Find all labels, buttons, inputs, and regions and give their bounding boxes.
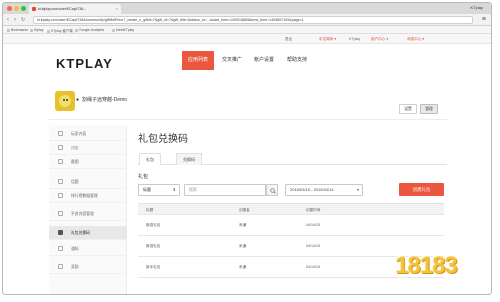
- date-range-value: 2015/03/15 - 2015/04/14: [290, 187, 334, 192]
- cell-creator: 系通: [239, 223, 247, 227]
- award-icon: [58, 264, 63, 269]
- back-arrow-icon[interactable]: ‹: [7, 16, 9, 24]
- screen: kt.ktplay.com/user/ECapi/736... × KTplay…: [0, 0, 500, 302]
- bookmark-item[interactable]: KTplay 客户端: [47, 28, 73, 33]
- app-manage-button[interactable]: 管理: [420, 104, 438, 114]
- browser-tab-title: kt.ktplay.com/user/ECapi/736...: [38, 7, 87, 11]
- content-tabs: 礼包 兑换码: [137, 151, 447, 165]
- sidebar-item-label: 排行榜数据管理: [71, 194, 98, 198]
- account-link[interactable]: KTplay: [349, 37, 360, 41]
- sidebar-item-screenshots[interactable]: 截图: [49, 155, 127, 169]
- apple-icon: ●: [76, 97, 80, 103]
- bookmarks-bar: Bookmarks Ktplay KTplay 客户端 Google Analy…: [3, 26, 491, 34]
- shield-icon: [58, 211, 63, 216]
- sidebar-item-label: 不良内容管理: [71, 212, 94, 216]
- logout-link[interactable]: 退出: [285, 37, 292, 42]
- nav-help-support[interactable]: 帮助支持: [281, 51, 313, 70]
- reload-icon[interactable]: ↻: [21, 16, 25, 24]
- table-header-row: 标题 创建者 创建时间: [138, 203, 444, 215]
- chevron-down-icon: ▾: [356, 187, 359, 192]
- app-icon-face: [59, 95, 71, 107]
- cell-creator: 系通: [239, 244, 247, 248]
- language-select[interactable]: 中文简体 ▾: [319, 37, 336, 42]
- cell-title: 新游礼包: [146, 244, 161, 248]
- message-center-menu[interactable]: 消息中心 ▾: [407, 37, 424, 42]
- ranking-icon: [58, 193, 63, 198]
- chat-icon: [58, 145, 63, 150]
- tab-redeem-codes[interactable]: 兑换码: [176, 153, 202, 165]
- sidebar-item-label: 奖励: [71, 265, 79, 269]
- sidebar-item-rewards[interactable]: 奖励: [49, 260, 127, 274]
- chevron-down-icon: ⬍: [172, 187, 176, 192]
- bookmark-item[interactable]: MeetKTplay: [112, 28, 134, 32]
- site-header: KTPLAY 应用列表 交叉推广 帐户设置 帮助支持: [3, 44, 491, 80]
- sidebar-item-label: 礼包兑换码: [71, 231, 90, 235]
- section-label: 礼包: [138, 174, 149, 180]
- sidebar-item-label: 截图: [71, 160, 79, 164]
- favicon-icon: [32, 7, 36, 11]
- nav-app-list[interactable]: 应用列表: [182, 51, 215, 70]
- sidebar-item-discussion[interactable]: 讨论: [49, 141, 127, 155]
- bookmark-item[interactable]: Ktplay: [30, 28, 43, 32]
- image-icon: [58, 159, 63, 164]
- site-top-strip: 退出 中文简体 ▾ KTplay 用户中心 ▾ 消息中心 ▾: [3, 34, 491, 44]
- sidebar-item-leaderboard[interactable]: 排行榜数据管理: [49, 189, 127, 203]
- nav-account-settings[interactable]: 帐户设置: [248, 51, 280, 70]
- filter-field-select[interactable]: 标题 ⬍: [138, 184, 180, 196]
- search-button[interactable]: [266, 184, 278, 196]
- table-row[interactable]: 新游礼包 系通 04/14/15: [138, 215, 444, 236]
- app-bar: ● 割绳子远穿越-Demo 设置 管理: [49, 87, 447, 120]
- browser-user-label[interactable]: KTplay: [471, 5, 483, 10]
- bookmark-item[interactable]: Bookmarks: [7, 28, 28, 32]
- browser-tab[interactable]: kt.ktplay.com/user/ECapi/736... ×: [29, 4, 121, 14]
- address-toolbar: ‹ › ↻ kt.ktplay.com/user/ECapi/7364/comm…: [3, 14, 491, 26]
- page-title: 礼包兑换码: [138, 134, 188, 145]
- filter-select-value: 标题: [143, 187, 151, 192]
- nav-cross-promotion[interactable]: 交叉推广: [216, 51, 248, 70]
- gift-icon: [58, 230, 63, 235]
- create-gift-button[interactable]: 创建礼包: [399, 183, 444, 196]
- app-settings-button[interactable]: 设置: [399, 104, 417, 114]
- app-icon-eye: [63, 99, 65, 101]
- url-input[interactable]: kt.ktplay.com/user/ECapi/7364/community/…: [33, 16, 473, 24]
- sidebar-item-label: 讨论: [71, 146, 79, 150]
- topic-icon: [58, 179, 63, 184]
- forward-arrow-icon[interactable]: ›: [14, 16, 16, 24]
- cell-title: 新游礼包: [146, 223, 161, 227]
- sidebar-item-notifications[interactable]: 通知: [49, 242, 127, 256]
- cell-creator: 系通: [239, 265, 247, 269]
- sidebar-item-topics[interactable]: 话题: [49, 175, 127, 189]
- bell-icon: [58, 246, 63, 251]
- cell-created-time: 04/14/15: [306, 265, 320, 269]
- watermark-logo: 18183: [395, 252, 458, 279]
- app-icon[interactable]: [55, 91, 75, 111]
- tab-gifts[interactable]: 礼包: [139, 153, 161, 165]
- cell-created-time: 04/14/15: [306, 244, 320, 248]
- app-icon-eye: [66, 99, 68, 101]
- sidebar-item-label: 通知: [71, 247, 79, 251]
- home-icon: [58, 131, 63, 136]
- date-range-picker[interactable]: 2015/03/15 - 2015/04/14 ▾: [285, 184, 363, 196]
- sidebar-item-bad-content[interactable]: 不良内容管理: [49, 207, 127, 221]
- search-icon: [270, 188, 276, 194]
- app-name: 割绳子远穿越-Demo: [82, 97, 128, 103]
- cell-created-time: 04/14/15: [306, 223, 320, 227]
- sidebar: 玩家内容 讨论 截图 话题 排行榜数据管理 不良内容管理 礼包兑换码 通知 奖励: [49, 125, 127, 294]
- sidebar-item-label: 话题: [71, 180, 79, 184]
- user-center-menu[interactable]: 用户中心 ▾: [371, 37, 388, 42]
- cell-title: 新手礼包: [146, 265, 161, 269]
- browser-menu-icon[interactable]: ≡: [482, 15, 486, 24]
- close-tab-icon[interactable]: ×: [116, 6, 118, 11]
- ktplay-logo[interactable]: KTPLAY: [56, 56, 113, 71]
- bookmark-item[interactable]: Google Analytics: [75, 28, 104, 32]
- sidebar-item-gift-codes[interactable]: 礼包兑换码: [49, 226, 127, 240]
- browser-tab-bar: kt.ktplay.com/user/ECapi/736... × KTplay: [3, 3, 491, 14]
- minimize-window-icon[interactable]: [14, 6, 19, 11]
- search-input[interactable]: 搜索: [184, 184, 266, 196]
- sidebar-item-label: 玩家内容: [71, 132, 87, 136]
- maximize-window-icon[interactable]: [21, 6, 26, 11]
- sidebar-item-player-content[interactable]: 玩家内容: [49, 127, 127, 141]
- close-window-icon[interactable]: [7, 6, 12, 11]
